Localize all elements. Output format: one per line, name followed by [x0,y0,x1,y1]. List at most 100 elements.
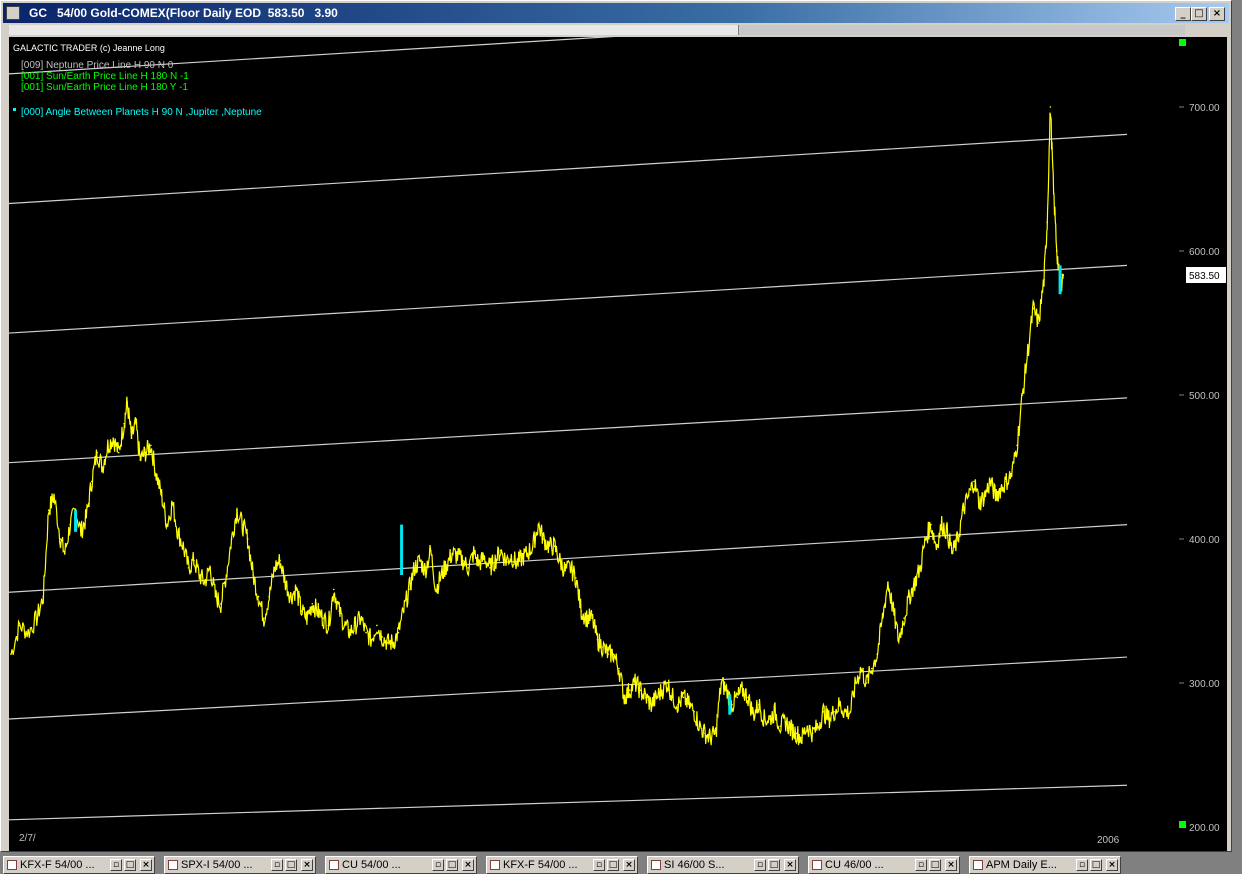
task-restore-icon[interactable]: ▫ [915,859,927,871]
price-point [112,437,115,440]
price-point [451,552,453,555]
price-point [316,610,319,612]
task-maximize-icon[interactable]: □ [285,859,297,871]
y-tick-label: 300.00 [1189,679,1220,690]
price-point [526,552,529,555]
price-point [693,711,696,713]
task-restore-icon[interactable]: ▫ [1076,859,1088,871]
minimize-icon: _ [1180,8,1186,19]
restore-button[interactable]: □ [1191,7,1207,21]
price-point [220,603,222,605]
task-cu-2[interactable]: CU 46/00 ... ▫ □ × [808,856,960,874]
price-point [558,559,561,562]
price-point [903,617,905,619]
task-cu-1[interactable]: CU 54/00 ... ▫ □ × [325,856,477,874]
chart-area[interactable]: 700.00 600.00 500.00 400.00 300.00 200.00 GAL… [8,4,1227,851]
price-point [182,545,184,547]
task-label: KFX-F 54/00 ... [503,859,578,871]
price-point [1062,273,1065,276]
price-point [720,682,722,684]
task-maximize-icon[interactable]: □ [929,859,941,871]
price-point [85,516,88,519]
contract-title: 54/00 Gold-COMEX(Floor Daily EOD [57,6,262,20]
price-point [230,538,233,540]
price-point [472,552,475,555]
price-point [741,689,744,691]
price-point [135,423,137,425]
price-point [47,509,50,512]
price-point [779,725,782,727]
price-point [645,696,647,699]
angle-mark-2 [728,694,732,715]
price-point [64,552,66,555]
window-titlebar[interactable]: GC 54/00 Gold-COMEX(Floor Daily EOD 583.… [3,3,1229,23]
corner-marker-top [1179,39,1186,46]
task-kfx-f-2[interactable]: KFX-F 54/00 ... ▫ □ × [486,856,638,874]
task-maximize-icon[interactable]: □ [1090,859,1102,871]
price-point [402,610,405,612]
task-maximize-icon[interactable]: □ [446,859,458,871]
price-point [381,636,384,638]
price-point [978,502,981,504]
task-spx-i[interactable]: SPX-I 54/00 ... ▫ □ × [164,856,316,874]
task-maximize-icon[interactable]: □ [768,859,780,871]
price-point [935,545,938,547]
task-restore-icon[interactable]: ▫ [271,859,283,871]
price-point [18,624,21,627]
horizontal-scrollbar[interactable] [9,25,1185,35]
y-tick-label: 600.00 [1189,247,1220,258]
task-close-icon[interactable]: × [1106,859,1118,871]
task-maximize-icon[interactable]: □ [607,859,619,871]
price-point [42,595,45,598]
price-point [1021,394,1024,396]
price-point [413,567,416,569]
task-maximize-icon[interactable]: □ [124,859,136,871]
price-point [844,711,846,713]
price-point [96,451,98,454]
price-point [392,641,394,644]
price-point [198,574,201,576]
price-point [139,459,141,461]
price-point [682,696,685,699]
price-point [354,624,357,627]
price-point [542,538,545,540]
task-restore-icon[interactable]: ▫ [754,859,766,871]
minimize-button[interactable]: _ [1175,7,1191,21]
price-point [634,682,636,684]
price-point [359,617,362,619]
price-point [801,736,803,739]
task-restore-icon[interactable]: ▫ [593,859,605,871]
price-point [489,567,491,569]
task-close-icon[interactable]: × [945,859,957,871]
task-close-icon[interactable]: × [140,859,152,871]
price-point [1000,487,1002,490]
task-si[interactable]: SI 46/00 S... ▫ □ × [647,856,799,874]
task-restore-icon[interactable]: ▫ [110,859,122,871]
price-change: 3.90 [314,6,338,20]
corner-marker-bottom [1179,821,1186,828]
scrollbar-thumb[interactable] [9,25,739,35]
planet-line-3 [8,397,1128,464]
price-chart[interactable]: 700.00 600.00 500.00 400.00 300.00 200.00 GAL… [8,4,1227,851]
price-point [709,736,712,739]
task-close-icon[interactable]: × [623,859,635,871]
task-restore-icon[interactable]: ▫ [432,859,444,871]
task-close-icon[interactable]: × [301,859,313,871]
task-close-icon[interactable]: × [462,859,474,871]
price-point [90,480,93,483]
price-point [967,495,970,497]
price-point [225,574,227,576]
price-point [666,682,669,684]
price-point [300,610,303,612]
task-close-icon[interactable]: × [784,859,796,871]
close-button[interactable]: × [1209,7,1225,21]
task-label: CU 54/00 ... [342,859,401,871]
price-point [150,444,152,447]
price-point [53,495,55,497]
price-point [564,569,566,572]
task-icon [7,860,17,870]
price-point [553,545,556,547]
task-apm-daily[interactable]: APM Daily E... ▫ □ × [969,856,1121,874]
task-kfx-f-1[interactable]: KFX-F 54/00 ... ▫ □ × [3,856,155,874]
price-point [322,617,324,619]
